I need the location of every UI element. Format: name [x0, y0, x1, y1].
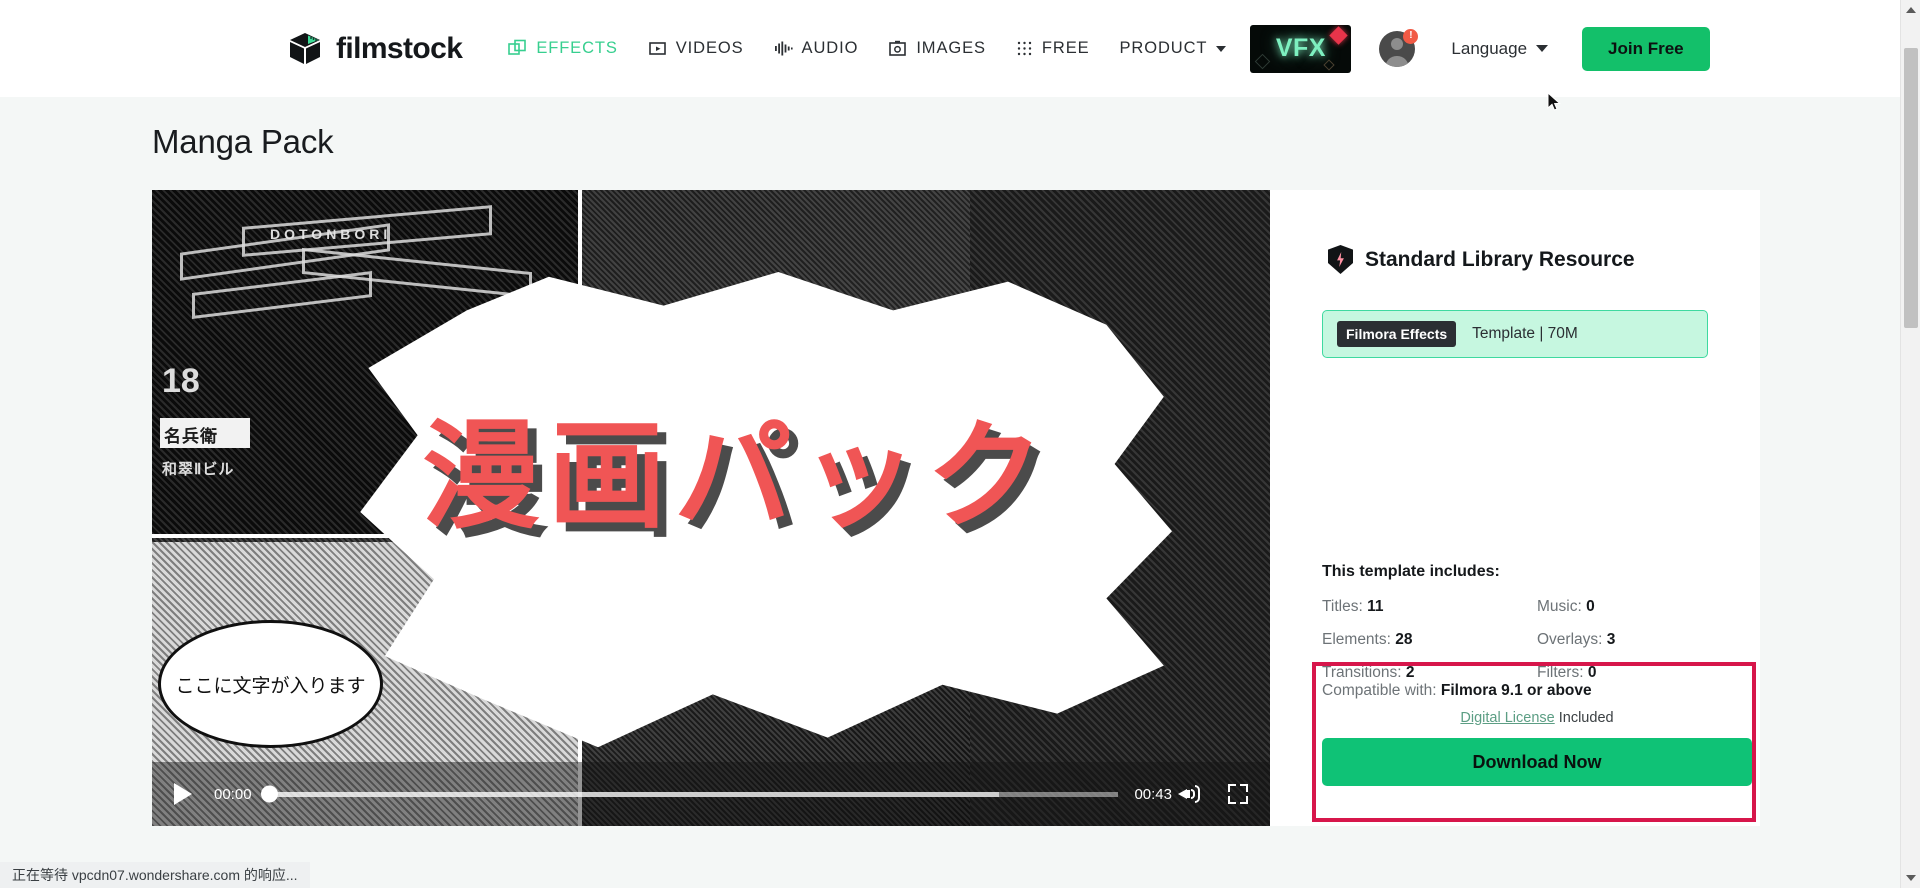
nav-item-product[interactable]: PRODUCT [1120, 39, 1227, 58]
vfx-diamond-outline-icon [1255, 53, 1271, 69]
digital-license-link[interactable]: Digital License [1460, 710, 1554, 726]
vfx-label: VFX [1275, 34, 1326, 62]
avatar-body [1385, 55, 1409, 67]
shield-bolt-icon [1328, 245, 1353, 274]
include-label: Filters: [1537, 664, 1584, 681]
compatibility-label: Compatible with: [1322, 682, 1437, 699]
manga-speech-bubble-small: ここに文字が入ります [158, 620, 383, 748]
nav-label: FREE [1041, 39, 1090, 57]
include-label: Music: [1537, 598, 1582, 615]
brand-logo[interactable]: filmstock [286, 30, 463, 68]
video-overlay-title: 漫画パック [422, 407, 1053, 545]
include-item-music: Music: 0 [1537, 593, 1752, 621]
scroll-down-arrow-icon[interactable] [1905, 875, 1916, 881]
nav-label: EFFECTS [536, 39, 618, 57]
waveform-icon [774, 39, 793, 58]
spec-meta: Template | 70M [1472, 325, 1578, 342]
includes-title: This template includes: [1322, 563, 1500, 580]
spec-box: Filmora Effects Template | 70M [1322, 310, 1708, 358]
resource-detail-card: DOTONBORI 18 名兵衛 和翠Ⅱビル 漫画パック ここに文字が入ります … [152, 190, 1760, 826]
progress-knob[interactable] [260, 785, 278, 803]
nav-label: AUDIO [801, 39, 859, 57]
avatar-head [1391, 37, 1404, 50]
nav-item-images[interactable]: IMAGES [888, 39, 986, 58]
vfx-diamond-red-icon [1329, 25, 1349, 45]
bubble-text: ここに文字が入ります [175, 674, 366, 697]
download-now-button[interactable]: Download Now [1322, 738, 1752, 786]
scrollbar-thumb[interactable] [1904, 48, 1918, 328]
filmstock-cube-logo-icon [286, 30, 324, 68]
vfx-badge[interactable]: VFX [1250, 24, 1352, 73]
play-box-icon [648, 39, 667, 58]
video-controls: 00:00 00:43 [152, 762, 1270, 826]
compatibility-value: Filmora 9.1 or above [1440, 682, 1592, 699]
nav-label: PRODUCT [1119, 39, 1208, 57]
volume-icon[interactable] [1178, 784, 1200, 804]
join-free-button[interactable]: Join Free [1582, 26, 1710, 71]
layers-icon [508, 39, 527, 58]
vertical-scrollbar[interactable] [1900, 0, 1920, 888]
page-content: Manga Pack DOTONBORI 18 名兵衛 和翠Ⅱビル 漫画パック … [0, 97, 1900, 826]
chevron-down-icon [1536, 45, 1549, 52]
nav-item-free[interactable]: FREE [1016, 39, 1090, 58]
language-selector[interactable]: Language [1451, 38, 1549, 59]
include-label: Elements: [1322, 631, 1391, 648]
include-value: 0 [1587, 664, 1597, 681]
include-value: 3 [1606, 631, 1616, 648]
include-value: 28 [1395, 631, 1413, 648]
site-header: filmstock EFFECTS VIDEOS AUDIO IMAGES FR… [0, 0, 1900, 97]
spec-tag: Filmora Effects [1337, 321, 1457, 347]
include-label: Titles: [1322, 598, 1363, 615]
nav-label: IMAGES [916, 39, 986, 57]
fullscreen-icon[interactable] [1228, 784, 1248, 804]
nav-item-videos[interactable]: VIDEOS [648, 39, 744, 58]
scroll-up-arrow-icon[interactable] [1905, 7, 1916, 13]
resource-type-label: Standard Library Resource [1365, 247, 1635, 271]
language-label: Language [1451, 38, 1528, 58]
page-title: Manga Pack [152, 123, 334, 160]
video-player[interactable]: DOTONBORI 18 名兵衛 和翠Ⅱビル 漫画パック ここに文字が入ります … [152, 190, 1270, 826]
include-value: 11 [1367, 598, 1384, 615]
resource-type-header: Standard Library Resource [1328, 245, 1708, 274]
include-item-overlays: Overlays: 3 [1537, 626, 1752, 654]
browser-page: filmstock EFFECTS VIDEOS AUDIO IMAGES FR… [0, 0, 1920, 888]
duration: 00:43 [1134, 785, 1172, 803]
chevron-down-icon [1216, 45, 1227, 52]
sign-text-18: 18 [162, 362, 200, 400]
sign-text-building: 和翠Ⅱビル [162, 461, 235, 478]
includes-grid: Titles: 11 Music: 0 Elements: 28 Overlay… [1322, 593, 1752, 687]
grid-dots-icon [1016, 40, 1033, 57]
progress-buffered [267, 791, 1000, 797]
nav-item-audio[interactable]: AUDIO [774, 39, 859, 58]
sign-text-name: 名兵衛 [164, 427, 218, 446]
nav-item-effects[interactable]: EFFECTS [508, 39, 617, 58]
include-item-titles: Titles: 11 [1322, 593, 1537, 621]
include-label: Transitions: [1322, 664, 1402, 681]
license-suffix: Included [1554, 710, 1614, 726]
camera-icon [888, 39, 907, 58]
sign-text-dotonbori: DOTONBORI [270, 226, 392, 242]
compatibility-text: Compatible with: Filmora 9.1 or above [1322, 682, 1592, 700]
account-avatar[interactable]: ! [1379, 28, 1419, 67]
play-icon[interactable] [174, 783, 192, 805]
current-time: 00:00 [214, 785, 252, 803]
status-text: 正在等待 vpcdn07.wondershare.com 的响应... [12, 867, 298, 883]
include-value: 2 [1405, 664, 1415, 681]
include-value: 0 [1586, 598, 1595, 615]
browser-status-bar: 正在等待 vpcdn07.wondershare.com 的响应... [0, 862, 310, 888]
license-line: Digital License Included [1322, 710, 1752, 726]
resource-info-panel: Standard Library Resource Filmora Effect… [1270, 190, 1760, 826]
progress-bar[interactable] [260, 785, 1119, 803]
avatar-alert-badge: ! [1403, 28, 1419, 44]
brand-name: filmstock [336, 31, 463, 65]
nav-label: VIDEOS [675, 39, 744, 57]
include-label: Overlays: [1537, 631, 1603, 648]
main-nav: EFFECTS VIDEOS AUDIO IMAGES FREE PRODUCT [508, 39, 1227, 58]
include-item-elements: Elements: 28 [1322, 626, 1537, 654]
